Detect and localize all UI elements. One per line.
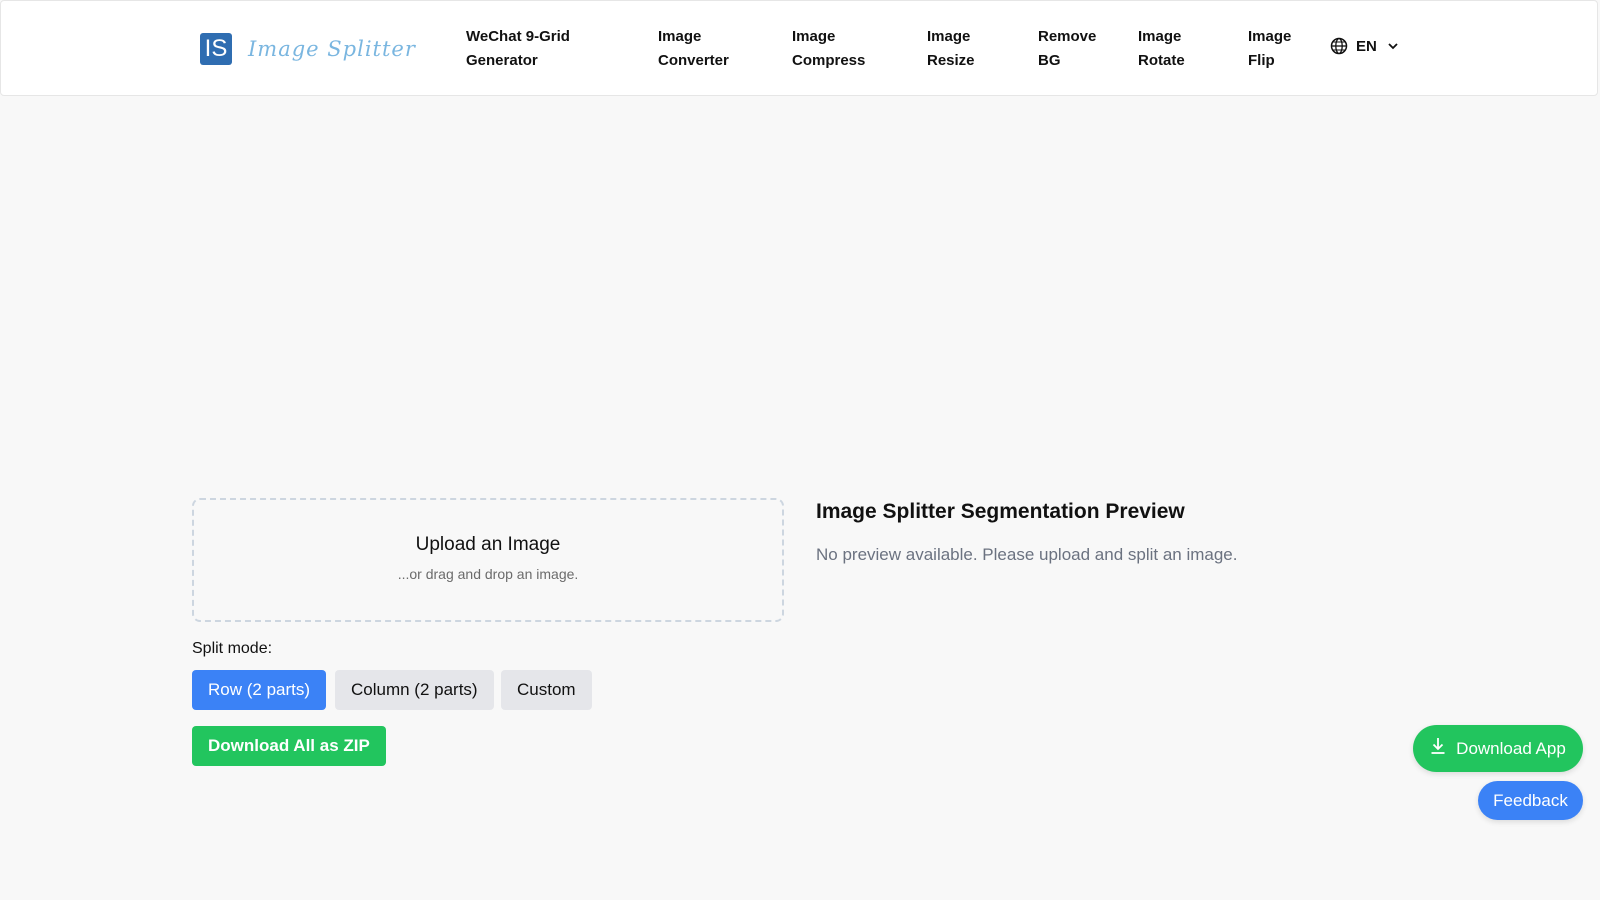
language-selector[interactable]: EN (1330, 37, 1399, 55)
chevron-down-icon (1387, 40, 1399, 52)
preview-title: Image Splitter Segmentation Preview (816, 500, 1185, 523)
nav-label: Image (1248, 28, 1292, 45)
nav-label: Image (927, 28, 971, 45)
nav-label: Flip (1248, 52, 1275, 69)
logo-mark: IS (200, 33, 232, 65)
nav-image-resize[interactable]: Image Resize (927, 25, 975, 73)
nav-label: Image (1138, 28, 1182, 45)
nav-wechat-9-grid[interactable]: WeChat 9-Grid Generator (466, 25, 570, 73)
nav-remove-bg[interactable]: Remove BG (1038, 25, 1096, 73)
download-icon (1430, 737, 1456, 760)
split-mode-custom-button[interactable]: Custom (501, 670, 592, 710)
nav-label: BG (1038, 52, 1061, 69)
globe-icon (1330, 37, 1348, 55)
nav-label: Resize (927, 52, 975, 69)
upload-title: Upload an Image (415, 534, 561, 555)
nav-label: Compress (792, 52, 866, 69)
nav-image-converter[interactable]: Image Converter (658, 25, 729, 73)
nav-image-rotate[interactable]: Image Rotate (1138, 25, 1185, 73)
nav-label: Rotate (1138, 52, 1185, 69)
nav-label: Generator (466, 52, 538, 69)
nav-image-compress[interactable]: Image Compress (792, 25, 865, 73)
nav-label: Converter (658, 52, 729, 69)
nav-label: Image (658, 28, 702, 45)
nav-label: Remove (1038, 28, 1097, 45)
split-mode-label: Split mode: (192, 640, 273, 657)
feedback-label: Feedback (1493, 790, 1568, 810)
site-logo[interactable]: IS Image Splitter (200, 33, 416, 65)
preview-empty-message: No preview available. Please upload and … (816, 545, 1238, 564)
logo-text: Image Splitter (248, 37, 416, 61)
download-app-button[interactable]: Download App (1413, 725, 1583, 772)
nav-label: Image (792, 28, 836, 45)
split-mode-column-button[interactable]: Column (2 parts) (335, 670, 494, 710)
language-label: EN (1356, 37, 1377, 55)
upload-dropzone[interactable]: Upload an Image ...or drag and drop an i… (192, 498, 784, 622)
nav-image-flip[interactable]: Image Flip (1248, 25, 1291, 73)
nav-label: WeChat 9-Grid (466, 28, 570, 45)
split-mode-row-button[interactable]: Row (2 parts) (192, 670, 327, 710)
download-zip-button[interactable]: Download All as ZIP (192, 726, 386, 766)
upload-subtitle: ...or drag and drop an image. (397, 566, 579, 582)
feedback-button[interactable]: Feedback (1478, 781, 1583, 820)
download-app-label: Download App (1456, 738, 1566, 758)
top-navbar: IS Image Splitter WeChat 9-Grid Generato… (0, 0, 1598, 96)
